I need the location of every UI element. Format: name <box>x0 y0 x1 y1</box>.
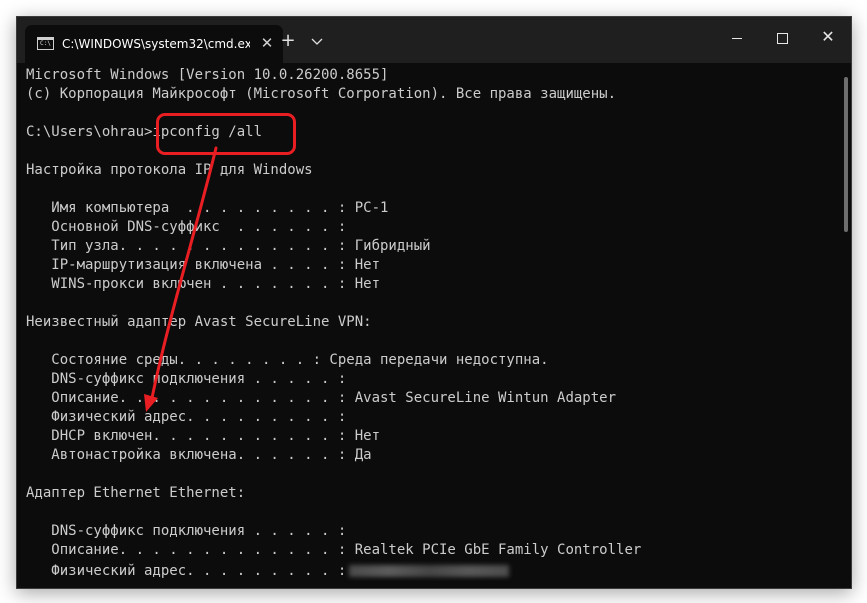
terminal-line <box>26 294 831 313</box>
title-bar: C:\ C:\WINDOWS\system32\cmd.exe ✕ + ✕ <box>17 17 851 63</box>
maximize-icon <box>777 33 788 44</box>
terminal-line <box>26 104 831 123</box>
minimize-icon <box>732 38 742 39</box>
terminal-line: Microsoft Windows [Version 10.0.26200.86… <box>26 67 389 83</box>
terminal-output[interactable]: Microsoft Windows [Version 10.0.26200.86… <box>26 66 831 586</box>
section-heading: Адаптер Ethernet Ethernet: <box>26 485 246 501</box>
terminal-line <box>26 465 831 484</box>
terminal-line: DHCP включен. . . . . . . . . . . : Нет <box>26 428 381 444</box>
terminal-line <box>26 142 831 161</box>
terminal-line: Состояние среды. . . . . . . . : Среда п… <box>26 352 549 368</box>
command-highlight-box <box>156 113 296 155</box>
section-heading: Настройка протокола IP для Windows <box>26 162 313 178</box>
close-icon: ✕ <box>821 27 835 46</box>
tab-cmd[interactable]: C:\ C:\WINDOWS\system32\cmd.exe ✕ <box>25 25 283 63</box>
chevron-down-icon[interactable] <box>307 30 327 52</box>
terminal-line: DNS-суффикс подключения . . . . . : <box>26 371 347 387</box>
terminal-line: Описание. . . . . . . . . . . . . : Avas… <box>26 390 617 406</box>
new-tab-button[interactable]: + <box>277 30 299 52</box>
terminal-window: C:\ C:\WINDOWS\system32\cmd.exe ✕ + ✕ Mi… <box>16 16 852 589</box>
terminal-line <box>26 503 831 522</box>
tab-title: C:\WINDOWS\system32\cmd.exe <box>62 37 250 51</box>
terminal-line <box>26 332 831 351</box>
terminal-line <box>26 180 831 199</box>
terminal-line: Описание. . . . . . . . . . . . . : Real… <box>26 542 642 558</box>
terminal-line: Физический адрес. . . . . . . . . : <box>26 409 347 425</box>
terminal-line: Основной DNS-суффикс . . . . . . : <box>26 219 347 235</box>
command-line: C:\Users\ohrau>ipconfig /all <box>26 124 263 140</box>
blurred-mac-address <box>349 564 510 577</box>
terminal-line: WINS-прокси включен . . . . . . . : Нет <box>26 276 381 292</box>
terminal-line: Автонастройка включена. . . . . . : Да <box>26 447 372 463</box>
minimize-button[interactable] <box>714 23 760 53</box>
section-heading: Неизвестный адаптер Avast SecureLine VPN… <box>26 314 372 330</box>
terminal-line: DNS-суффикс подключения . . . . . : <box>26 523 347 539</box>
close-tab-icon[interactable]: ✕ <box>257 33 277 53</box>
cmd-icon: C:\ <box>37 37 54 50</box>
terminal-line: Имя компьютера . . . . . . . . . : PC-1 <box>26 200 389 216</box>
terminal-line: IP-маршрутизация включена . . . . : Нет <box>26 257 381 273</box>
close-window-button[interactable]: ✕ <box>805 23 851 53</box>
scrollbar[interactable] <box>844 77 848 232</box>
terminal-line: Физический адрес. . . . . . . . . : <box>26 563 347 579</box>
terminal-line: (c) Корпорация Майкрософт (Microsoft Cor… <box>26 86 617 102</box>
terminal-line: Тип узла. . . . . . . . . . . . . : Гибр… <box>26 238 431 254</box>
maximize-button[interactable] <box>759 23 805 53</box>
